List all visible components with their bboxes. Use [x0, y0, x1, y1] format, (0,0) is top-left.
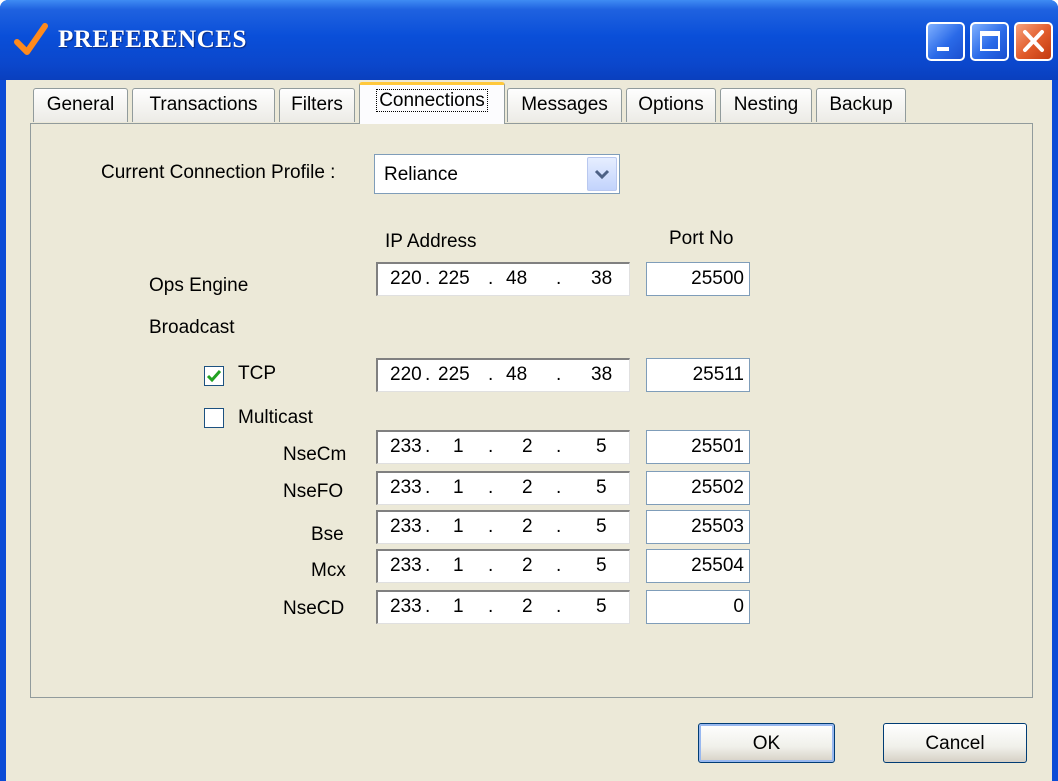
dropdown-button[interactable]	[587, 157, 617, 191]
port-no-header: Port No	[669, 228, 734, 249]
bse-port-field[interactable]: 25503	[646, 510, 750, 544]
tab-nesting[interactable]: Nesting	[720, 88, 812, 122]
ip-octet: 2	[522, 516, 533, 537]
tab-label: Backup	[829, 94, 893, 115]
ip-octet: 5	[596, 516, 607, 537]
ip-octet: 225	[438, 364, 470, 385]
tab-options[interactable]: Options	[626, 88, 716, 122]
ip-octet: 225	[438, 268, 470, 289]
tab-label: Messages	[521, 94, 608, 115]
nsecm-port-field[interactable]: 25501	[646, 430, 750, 464]
ip-octet: 5	[596, 596, 607, 617]
nsecm-ip-field[interactable]: 233. 1. 2. 5	[376, 430, 630, 464]
ip-octet: 2	[522, 555, 533, 576]
tcp-ip-field[interactable]: 220 . 225 . 48 . 38	[376, 358, 630, 392]
nsefo-ip-field[interactable]: 233. 1. 2. 5	[376, 471, 630, 505]
tab-general[interactable]: General	[33, 88, 128, 122]
ip-octet: 1	[453, 596, 464, 617]
ip-octet: 5	[596, 477, 607, 498]
ops-engine-port-field[interactable]: 25500	[646, 262, 750, 296]
maximize-icon	[980, 31, 1000, 51]
connection-profile-select[interactable]: Reliance	[374, 154, 620, 194]
ip-octet: 233	[390, 477, 422, 498]
nsecd-port-field[interactable]: 0	[646, 590, 750, 624]
nsefo-label: NseFO	[283, 481, 344, 502]
preferences-window: PREFERENCES General Transactions Filters…	[0, 0, 1058, 781]
profile-label: Current Connection Profile :	[101, 162, 336, 183]
minimize-button[interactable]	[926, 22, 965, 61]
tab-label: Filters	[291, 94, 343, 115]
cancel-button[interactable]: Cancel	[883, 723, 1027, 763]
ip-octet: 5	[596, 436, 607, 457]
ops-engine-label: Ops Engine	[149, 275, 249, 296]
tcp-port-field[interactable]: 25511	[646, 358, 750, 392]
ip-octet: 1	[453, 477, 464, 498]
tab-messages[interactable]: Messages	[507, 88, 622, 122]
ip-octet: 233	[390, 436, 422, 457]
ip-octet: 220	[390, 364, 422, 385]
mcx-port-field[interactable]: 25504	[646, 549, 750, 583]
mcx-label: Mcx	[311, 560, 346, 581]
bse-label: Bse	[311, 524, 344, 545]
ip-octet: 1	[453, 436, 464, 457]
tab-label: Options	[638, 94, 704, 115]
tab-connections[interactable]: Connections	[359, 82, 505, 124]
dialog-client-area: General Transactions Filters Connections…	[6, 80, 1052, 781]
ip-octet: 233	[390, 555, 422, 576]
bse-ip-field[interactable]: 233. 1. 2. 5	[376, 510, 630, 544]
nsecm-label: NseCm	[283, 444, 347, 465]
multicast-label: Multicast	[238, 407, 313, 428]
tab-filters[interactable]: Filters	[279, 88, 355, 122]
nsecd-ip-field[interactable]: 233. 1. 2. 5	[376, 590, 630, 624]
check-icon	[206, 370, 222, 383]
ip-octet: 233	[390, 516, 422, 537]
ip-octet: 38	[591, 268, 613, 289]
checkmark-icon	[14, 23, 48, 55]
mcx-ip-field[interactable]: 233. 1. 2. 5	[376, 549, 630, 583]
maximize-button[interactable]	[970, 22, 1009, 61]
nsefo-port-field[interactable]: 25502	[646, 471, 750, 505]
ok-button[interactable]: OK	[698, 723, 835, 763]
ops-engine-ip-field[interactable]: 220 . 225 . 48 . 38	[376, 262, 630, 296]
chevron-down-icon	[594, 169, 610, 180]
ip-octet: 1	[453, 555, 464, 576]
ip-address-header: IP Address	[385, 231, 477, 252]
tab-backup[interactable]: Backup	[816, 88, 906, 122]
title-bar[interactable]: PREFERENCES	[0, 0, 1058, 80]
minimize-icon	[937, 47, 949, 51]
tab-label: Transactions	[149, 94, 258, 115]
tab-label: Connections	[376, 89, 488, 112]
ip-octet: 5	[596, 555, 607, 576]
ip-octet: 220	[390, 268, 422, 289]
close-icon	[1023, 30, 1044, 52]
close-button[interactable]	[1014, 22, 1053, 61]
multicast-checkbox[interactable]	[204, 408, 224, 428]
ip-octet: 48	[506, 268, 528, 289]
ip-octet: 2	[522, 436, 533, 457]
profile-value: Reliance	[384, 164, 458, 185]
tab-label: General	[46, 94, 115, 115]
window-title: PREFERENCES	[58, 26, 247, 53]
ip-octet: 2	[522, 596, 533, 617]
tab-label: Nesting	[733, 94, 799, 115]
ip-octet: 38	[591, 364, 613, 385]
ip-octet: 48	[506, 364, 528, 385]
ip-octet: 2	[522, 477, 533, 498]
ip-octet: 233	[390, 596, 422, 617]
tcp-label: TCP	[238, 363, 276, 384]
tab-transactions[interactable]: Transactions	[132, 88, 275, 122]
tcp-checkbox[interactable]	[204, 366, 224, 386]
ip-octet: 1	[453, 516, 464, 537]
broadcast-label: Broadcast	[149, 317, 235, 338]
nsecd-label: NseCD	[283, 598, 345, 619]
